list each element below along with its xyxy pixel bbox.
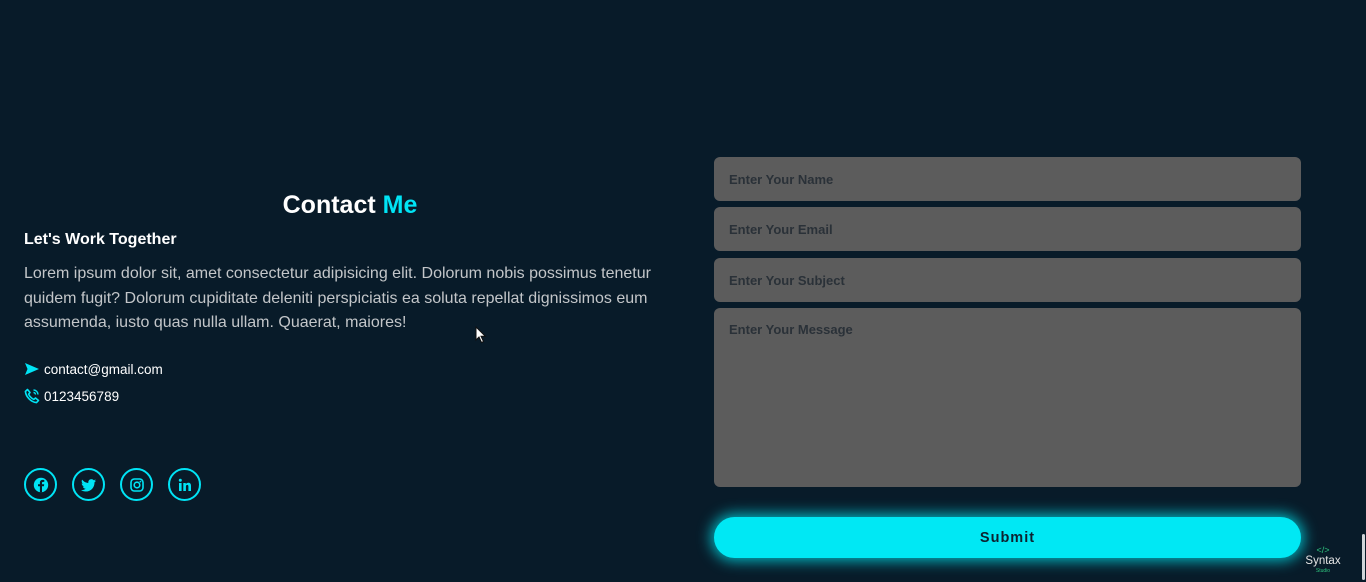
section-subtitle: Let's Work Together [24,231,177,248]
watermark-text: Syntax [1305,555,1341,567]
contact-page: Contact Me Let's Work Together Lorem ips… [0,0,1366,582]
code-brackets-icon: </> [1316,545,1330,555]
email-text[interactable]: contact@gmail.com [44,362,163,377]
social-links [24,468,216,501]
instagram-icon [129,477,144,492]
email-input[interactable] [714,207,1301,251]
twitter-link[interactable] [72,468,105,501]
phone-text[interactable]: 0123456789 [44,389,119,404]
paper-plane-icon [24,361,40,377]
name-input[interactable] [714,157,1301,201]
scrollbar-thumb[interactable] [1362,534,1365,580]
syntax-studio-watermark: </> Syntax Studio [1298,545,1348,574]
twitter-icon [80,478,96,491]
section-title: Contact Me [0,191,700,220]
mouse-cursor-icon [475,326,487,344]
facebook-icon [33,477,48,492]
facebook-link[interactable] [24,468,57,501]
email-info: contact@gmail.com [24,361,163,377]
intro-paragraph: Lorem ipsum dolor sit, amet consectetur … [24,265,651,331]
linkedin-icon [178,478,191,491]
watermark-subtext: Studio [1315,568,1331,574]
message-textarea[interactable] [714,308,1301,487]
instagram-link[interactable] [120,468,153,501]
phone-icon [24,388,40,404]
title-accent: Me [382,191,418,219]
subject-input[interactable] [714,258,1301,302]
phone-info: 0123456789 [24,388,119,404]
linkedin-link[interactable] [168,468,201,501]
submit-button[interactable]: Submit [714,517,1301,558]
title-main: Contact [282,191,376,219]
